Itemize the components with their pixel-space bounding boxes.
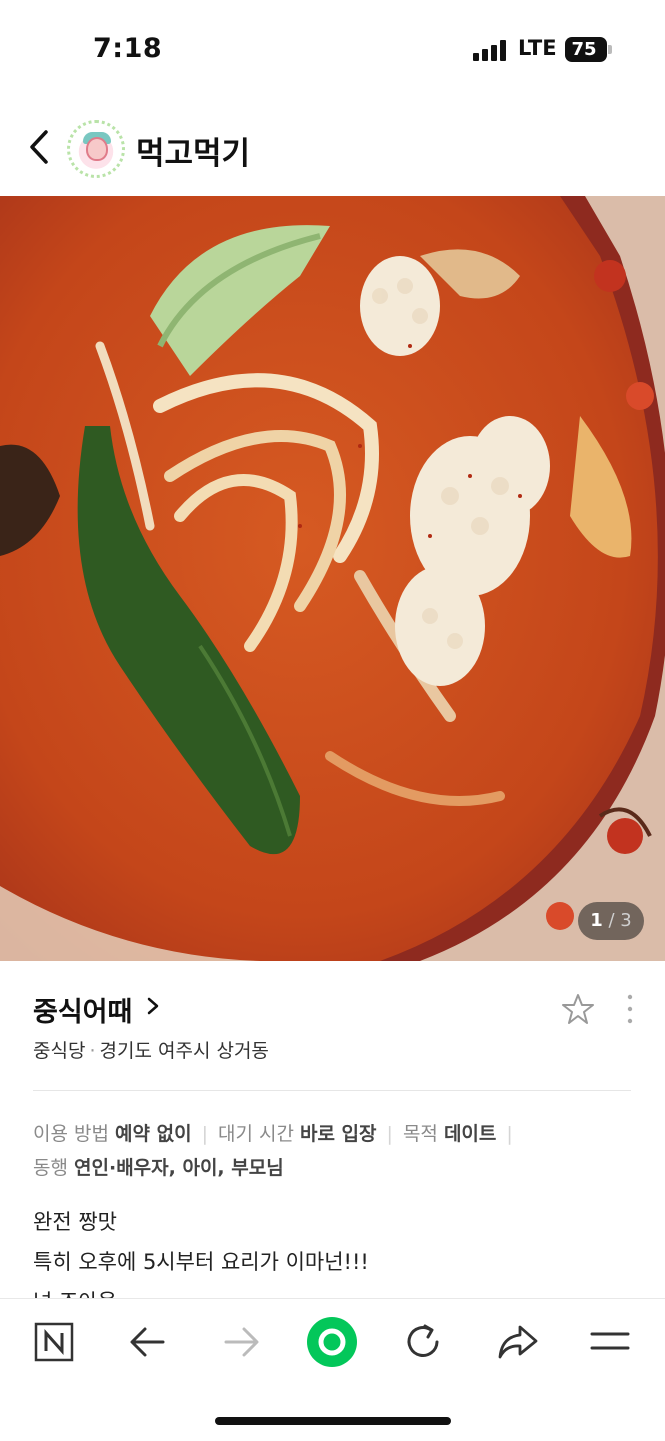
back-arrow-icon[interactable]	[125, 1319, 171, 1365]
review-line: 완전 짱맛	[33, 1210, 117, 1234]
network-label: LTE	[518, 36, 557, 60]
home-indicator[interactable]	[215, 1417, 451, 1425]
profile-name[interactable]: 먹고먹기	[136, 128, 250, 173]
status-time: 7:18	[93, 33, 163, 64]
divider	[33, 1090, 631, 1091]
chevron-left-icon[interactable]	[22, 124, 58, 170]
profile-avatar[interactable]	[67, 120, 125, 178]
place-address: 경기도 여주시 상거동	[99, 1040, 269, 1062]
photo-total: 3	[620, 910, 632, 931]
tag-value: 데이트	[443, 1123, 497, 1145]
star-icon[interactable]	[561, 992, 595, 1026]
place-meta: 중식당 · 경기도 여주시 상거동	[33, 1040, 269, 1062]
signal-icon	[473, 39, 509, 61]
battery-icon: 75	[565, 37, 607, 62]
tag-key: 대기 시간	[217, 1123, 294, 1145]
battery-level: 75	[571, 39, 597, 60]
chevron-right-icon[interactable]	[146, 996, 160, 1016]
tag-key: 이용 방법	[33, 1123, 109, 1145]
green-dot-icon[interactable]	[305, 1315, 359, 1369]
visit-tags: 이용 방법 예약 없이 | 대기 시간 바로 입장 | 목적 데이트 |	[33, 1123, 513, 1145]
refresh-icon[interactable]	[401, 1319, 447, 1365]
review-line: 특히 오후에 5시부터 요리가 이마넌!!!	[33, 1250, 369, 1274]
photo-current: 1	[590, 910, 603, 931]
tag-value: 연인·배우자, 아이, 부모님	[74, 1157, 284, 1179]
status-bar: 7:18 LTE 75	[0, 0, 665, 100]
tag-value: 예약 없이	[115, 1123, 192, 1145]
app-header: 먹고먹기	[0, 100, 665, 196]
share-icon[interactable]	[494, 1319, 540, 1365]
tag-key: 동행	[33, 1157, 68, 1179]
food-photo-illustration	[0, 196, 665, 961]
photo-counter: 1 / 3	[578, 902, 644, 940]
place-name[interactable]: 중식어때	[33, 990, 132, 1029]
visit-tags-2: 동행 연인·배우자, 아이, 부모님	[33, 1153, 643, 1180]
forward-arrow-icon[interactable]	[218, 1319, 264, 1365]
tag-value: 바로 입장	[299, 1123, 377, 1145]
avatar-face	[86, 137, 108, 161]
menu-icon[interactable]	[587, 1319, 633, 1365]
more-options-icon[interactable]	[619, 992, 641, 1026]
food-photo[interactable]	[0, 196, 665, 961]
naver-logo-icon[interactable]	[31, 1319, 77, 1365]
tag-key: 목적	[402, 1123, 438, 1145]
battery-cap	[608, 45, 612, 54]
place-category: 중식당	[33, 1040, 86, 1062]
